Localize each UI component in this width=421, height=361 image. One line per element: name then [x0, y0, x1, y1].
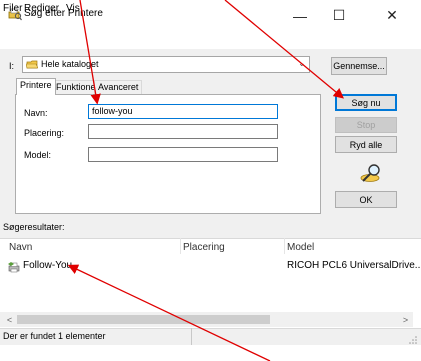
result-name-cell[interactable]: Follow-You	[23, 260, 72, 271]
name-field[interactable]: follow-you	[88, 104, 278, 119]
stop-button[interactable]: Stop	[335, 117, 397, 133]
column-header-name[interactable]: Navn	[9, 242, 32, 253]
menu-bar	[0, 31, 421, 49]
location-dropdown-value: Hele kataloget	[41, 59, 99, 69]
status-divider	[191, 328, 192, 345]
location-label: Placering:	[24, 128, 65, 138]
in-label: I:	[9, 61, 15, 71]
scroll-left-arrow[interactable]: <	[2, 312, 17, 327]
chevron-down-icon[interactable]: ⌄	[298, 58, 306, 69]
clear-all-button[interactable]: Ryd alle	[335, 136, 397, 153]
menu-file[interactable]: Filer	[3, 3, 22, 15]
column-header-model[interactable]: Model	[287, 242, 314, 253]
location-field[interactable]	[88, 124, 278, 139]
tab-advanced[interactable]: Avanceret	[94, 80, 143, 94]
printer-icon	[8, 262, 20, 273]
tab-printers[interactable]: Printere	[16, 78, 56, 95]
name-label: Navn:	[24, 108, 48, 118]
magnifier-icon	[360, 164, 380, 182]
minimize-button[interactable]: —	[280, 0, 320, 31]
column-header-location[interactable]: Placering	[183, 242, 225, 253]
ok-button[interactable]: OK	[335, 191, 397, 208]
model-label: Model:	[24, 150, 52, 160]
scroll-thumb[interactable]	[17, 315, 270, 324]
search-now-button[interactable]: Søg nu	[335, 94, 397, 111]
menu-edit[interactable]: Rediger	[24, 3, 59, 15]
browse-button[interactable]: Gennemse...	[331, 57, 387, 75]
background-strip	[0, 345, 421, 361]
status-text: Der er fundet 1 elementer	[3, 331, 106, 341]
result-model-cell[interactable]: RICOH PCL6 UniversalDrive...	[287, 260, 421, 271]
column-separator[interactable]	[284, 238, 285, 254]
close-button[interactable]: ✕	[372, 0, 412, 31]
scroll-right-arrow[interactable]: >	[398, 312, 413, 327]
search-results-label: Søgeresultater:	[3, 222, 65, 232]
column-separator[interactable]	[180, 238, 181, 254]
menu-view[interactable]: Vis	[66, 3, 80, 15]
maximize-button[interactable]: ☐	[319, 0, 359, 31]
directory-icon	[26, 60, 38, 69]
model-field[interactable]	[88, 147, 278, 162]
resize-grip-icon[interactable]	[408, 335, 418, 345]
